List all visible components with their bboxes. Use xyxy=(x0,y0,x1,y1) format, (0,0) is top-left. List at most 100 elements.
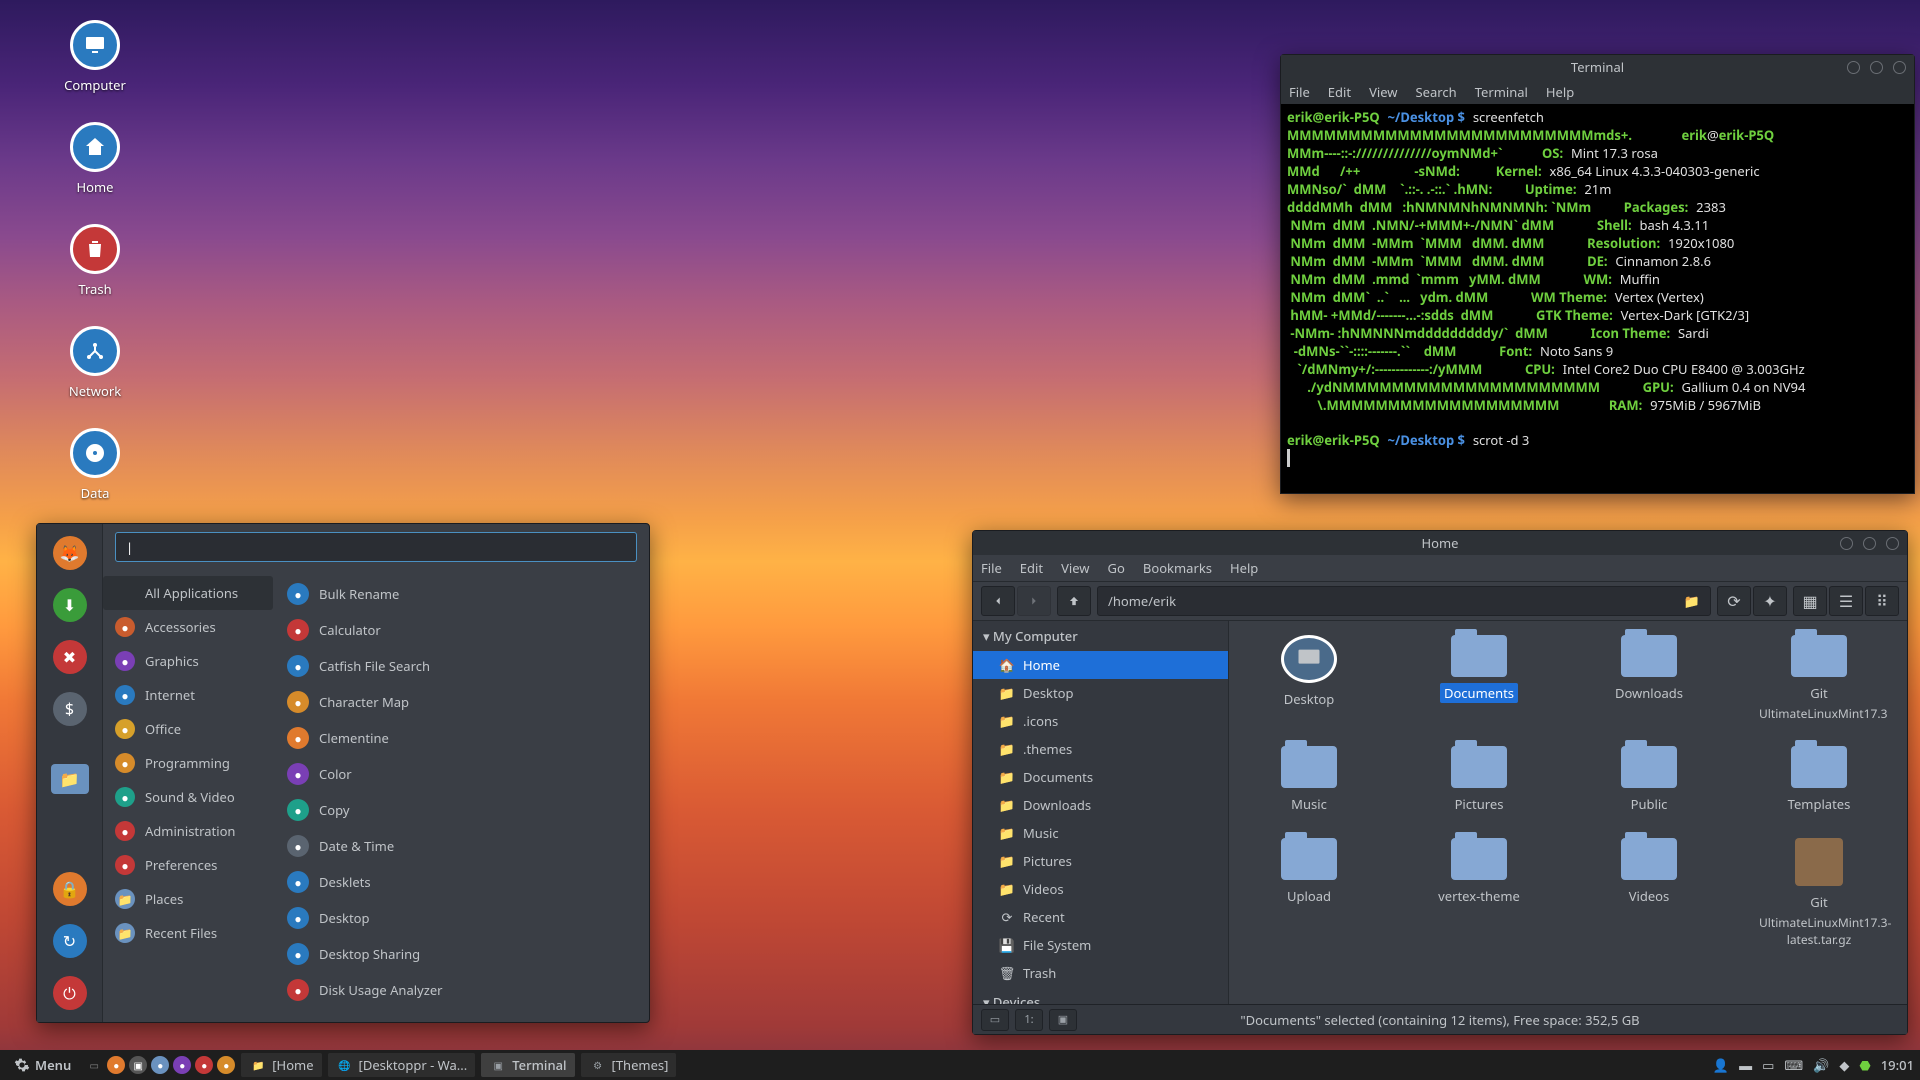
menu-search[interactable]: Search xyxy=(1416,83,1457,101)
category-recent-files[interactable]: 📁Recent Files xyxy=(103,916,273,950)
category-places[interactable]: 📁Places xyxy=(103,882,273,916)
app-color[interactable]: ●Color xyxy=(277,756,645,792)
app-catfish-file-search[interactable]: ●Catfish File Search xyxy=(277,648,645,684)
display-icon[interactable]: ▭ xyxy=(1762,1056,1774,1074)
sb-btn-2[interactable]: 1: xyxy=(1015,1009,1043,1031)
user-icon[interactable]: 👤 xyxy=(1713,1056,1729,1074)
category-programming[interactable]: ●Programming xyxy=(103,746,273,780)
quick-firefox[interactable]: ● xyxy=(107,1056,125,1074)
shield-icon[interactable]: ⬣ xyxy=(1859,1056,1870,1074)
quick-show-desktop[interactable]: ▭ xyxy=(85,1056,103,1074)
menu-button[interactable]: Menu xyxy=(6,1053,79,1077)
sidebar-item-videos[interactable]: 📁Videos xyxy=(973,875,1228,903)
category-all-applications[interactable]: All Applications xyxy=(103,576,273,610)
task--themes-[interactable]: ⚙[Themes] xyxy=(581,1053,677,1077)
file-item-documents[interactable]: Documents xyxy=(1419,635,1539,722)
app-desktop[interactable]: ●Desktop xyxy=(277,900,645,936)
sidebar-item--themes[interactable]: 📁.themes xyxy=(973,735,1228,763)
menu-view[interactable]: View xyxy=(1369,83,1397,101)
launcher-lock[interactable]: 🔒 xyxy=(53,872,87,906)
volume-icon[interactable]: 🔊 xyxy=(1813,1056,1829,1074)
task-terminal[interactable]: ▣Terminal xyxy=(481,1053,574,1077)
maximize-button[interactable] xyxy=(1863,537,1876,550)
network-tray-icon[interactable]: ◆ xyxy=(1839,1056,1849,1074)
sidebar-item--icons[interactable]: 📁.icons xyxy=(973,707,1228,735)
sidebar-section-mycomputer[interactable]: ▾ My Computer xyxy=(973,621,1228,651)
app-desklets[interactable]: ●Desklets xyxy=(277,864,645,900)
file-item-upload[interactable]: Upload xyxy=(1249,838,1369,948)
fileman-titlebar[interactable]: Home xyxy=(973,531,1907,555)
menu-edit[interactable]: Edit xyxy=(1020,559,1043,577)
menu-go[interactable]: Go xyxy=(1108,559,1125,577)
launcher-software[interactable]: $ xyxy=(53,692,87,726)
sidebar-item-trash[interactable]: 🗑Trash xyxy=(973,959,1228,987)
sidebar-item-pictures[interactable]: 📁Pictures xyxy=(973,847,1228,875)
file-item-downloads[interactable]: Downloads xyxy=(1589,635,1709,722)
minimize-button[interactable] xyxy=(1847,61,1860,74)
app-desktop-sharing[interactable]: ●Desktop Sharing xyxy=(277,936,645,972)
category-office[interactable]: ●Office xyxy=(103,712,273,746)
category-sound-video[interactable]: ●Sound & Video xyxy=(103,780,273,814)
menu-edit[interactable]: Edit xyxy=(1328,83,1351,101)
back-button[interactable] xyxy=(981,586,1015,616)
file-item-music[interactable]: Music xyxy=(1249,746,1369,814)
search-input[interactable] xyxy=(115,532,637,562)
reload-button[interactable]: ⟳ xyxy=(1717,586,1751,616)
view-list-button[interactable]: ☰ xyxy=(1829,586,1863,616)
terminal-titlebar[interactable]: Terminal xyxy=(1281,55,1914,79)
menu-view[interactable]: View xyxy=(1061,559,1089,577)
sidebar-item-home[interactable]: 🏠Home xyxy=(973,651,1228,679)
app-date-time[interactable]: ●Date & Time xyxy=(277,828,645,864)
task--home[interactable]: 📁[Home xyxy=(241,1053,321,1077)
launcher-logout[interactable]: ↻ xyxy=(53,924,87,958)
keyboard-icon[interactable]: ⌨ xyxy=(1784,1056,1803,1074)
app-clementine[interactable]: ●Clementine xyxy=(277,720,645,756)
start-menu[interactable]: 🦊⬇✖$📁🔒↻⏻ All Applications●Accessories●Gr… xyxy=(36,523,650,1023)
menu-help[interactable]: Help xyxy=(1546,83,1574,101)
file-item-pictures[interactable]: Pictures xyxy=(1419,746,1539,814)
desktop-icon-network[interactable]: Network xyxy=(50,326,140,400)
sb-btn-1[interactable]: ▭ xyxy=(981,1009,1009,1031)
sidebar-item-file-system[interactable]: 💾File System xyxy=(973,931,1228,959)
menu-bookmarks[interactable]: Bookmarks xyxy=(1143,559,1212,577)
minimize-button[interactable] xyxy=(1840,537,1853,550)
file-item-videos[interactable]: Videos xyxy=(1589,838,1709,948)
forward-button[interactable] xyxy=(1017,586,1051,616)
menu-file[interactable]: File xyxy=(1289,83,1310,101)
desktop-icon-data[interactable]: Data xyxy=(50,428,140,502)
file-manager-window[interactable]: Home File Edit View Go Bookmarks Help /home/e… xyxy=(972,530,1908,1035)
sidebar-section-devices[interactable]: ▾ Devices xyxy=(973,987,1228,1004)
close-button[interactable] xyxy=(1893,61,1906,74)
category-preferences[interactable]: ●Preferences xyxy=(103,848,273,882)
launcher-files[interactable]: 📁 xyxy=(51,764,89,794)
maximize-button[interactable] xyxy=(1870,61,1883,74)
menu-terminal[interactable]: Terminal xyxy=(1475,83,1528,101)
quick-app1[interactable]: ● xyxy=(173,1056,191,1074)
sidebar-item-recent[interactable]: ⟳Recent xyxy=(973,903,1228,931)
path-input[interactable]: /home/erik📁 xyxy=(1097,586,1711,616)
sidebar-item-desktop[interactable]: 📁Desktop xyxy=(973,679,1228,707)
launcher-power[interactable]: ⏻ xyxy=(53,976,87,1010)
category-administration[interactable]: ●Administration xyxy=(103,814,273,848)
workspace-icon[interactable]: ▬ xyxy=(1739,1056,1752,1074)
sidebar-item-downloads[interactable]: 📁Downloads xyxy=(973,791,1228,819)
up-button[interactable] xyxy=(1057,586,1091,616)
sidebar-item-music[interactable]: 📁Music xyxy=(973,819,1228,847)
app-disk-usage-analyzer[interactable]: ●Disk Usage Analyzer xyxy=(277,972,645,1008)
menu-file[interactable]: File xyxy=(981,559,1002,577)
file-item-git[interactable]: GitUltimateLinuxMint17.3-latest.tar.gz xyxy=(1759,838,1879,948)
terminal-window[interactable]: Terminal FileEditViewSearchTerminalHelp … xyxy=(1280,54,1915,494)
clock[interactable]: 19:01 xyxy=(1881,1056,1914,1074)
close-button[interactable] xyxy=(1886,537,1899,550)
view-compact-button[interactable]: ⠿ xyxy=(1865,586,1899,616)
app-calculator[interactable]: ●Calculator xyxy=(277,612,645,648)
menu-help[interactable]: Help xyxy=(1230,559,1258,577)
file-item-git[interactable]: GitUltimateLinuxMint17.3 xyxy=(1759,635,1879,722)
launcher-tools[interactable]: ✖ xyxy=(53,640,87,674)
app-copy[interactable]: ●Copy xyxy=(277,792,645,828)
fileman-content[interactable]: DesktopDocumentsDownloadsGitUltimateLinu… xyxy=(1229,621,1907,1004)
file-item-vertex-theme[interactable]: vertex-theme xyxy=(1419,838,1539,948)
quick-app3[interactable]: ● xyxy=(217,1056,235,1074)
category-accessories[interactable]: ●Accessories xyxy=(103,610,273,644)
sb-btn-3[interactable]: ▣ xyxy=(1049,1009,1077,1031)
